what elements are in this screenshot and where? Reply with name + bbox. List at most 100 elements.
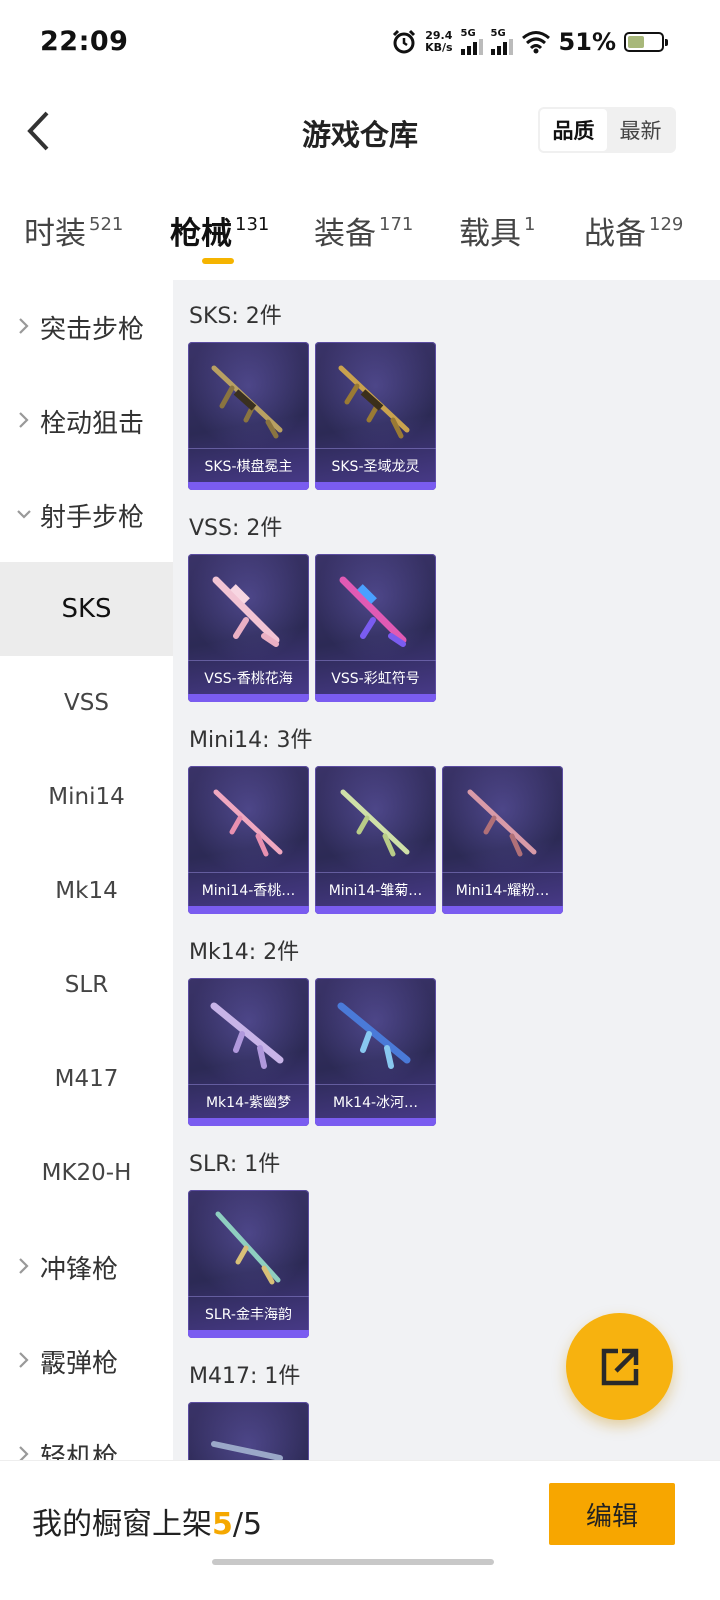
skin-card[interactable]: VSS-香桃花海 (188, 554, 309, 702)
wifi-icon (521, 31, 550, 54)
skin-card[interactable]: Mk14-紫幽梦 (188, 978, 309, 1126)
status-bar: 22:09 29.4 KB/s 5G 5G 51% (0, 0, 720, 76)
tab-vehicles[interactable]: 载具 1 (459, 208, 535, 253)
showcase-status: 我的橱窗上架5/5 (32, 1499, 262, 1543)
sidebar-item-marksman-rifle[interactable]: 射手步枪 (0, 468, 173, 562)
chevron-right-icon (19, 1352, 29, 1368)
signal-1: 5G (460, 28, 483, 55)
sidebar-item-label: 射手步枪 (40, 502, 145, 533)
rifle-skin-icon (340, 789, 410, 857)
skin-name: VSS-香桃花海 (188, 660, 309, 694)
skin-card[interactable]: Mini14-耀粉… (442, 766, 563, 914)
home-indicator[interactable] (212, 1559, 494, 1565)
rifle-skin-icon (213, 789, 283, 857)
sidebar-item-lmg[interactable]: 轻机枪 (0, 1408, 173, 1460)
skin-name: Mini14-香桃… (188, 872, 309, 906)
sidebar-sub-mk20h[interactable]: MK20-H (0, 1126, 173, 1220)
header: 游戏仓库 品质 最新 (0, 76, 720, 186)
rifle-skin-icon (212, 576, 280, 647)
chevron-right-icon (19, 318, 29, 334)
tab-fashion[interactable]: 时装 521 (24, 208, 123, 253)
tab-supplies[interactable]: 战备 129 (584, 208, 683, 253)
status-time: 22:09 (40, 26, 129, 57)
battery-icon (624, 32, 668, 52)
showcase-label: 我的橱窗上架 (32, 1507, 212, 1542)
skin-card[interactable]: SLR-金丰海韵 (188, 1190, 309, 1338)
tab-guns[interactable]: 枪械 131 (170, 208, 269, 253)
sort-option-latest[interactable]: 最新 (607, 109, 674, 151)
sidebar-sub-sks[interactable]: SKS (0, 562, 173, 656)
rifle-skin-icon (467, 789, 537, 857)
sidebar-sub-slr[interactable]: SLR (0, 938, 173, 1032)
chevron-right-icon (19, 1446, 29, 1460)
sidebar-item-smg[interactable]: 冲锋枪 (0, 1220, 173, 1314)
sidebar-item-label: 轻机枪 (40, 1442, 119, 1461)
sidebar-sub-m417[interactable]: M417 (0, 1032, 173, 1126)
tab-label: 战备 (584, 216, 646, 252)
skin-name: SKS-圣域龙灵 (315, 448, 436, 482)
app-root: 22:09 29.4 KB/s 5G 5G 51% 游戏仓库 品质 最新 时装 … (0, 0, 720, 1600)
sidebar-item-label: 霰弹枪 (40, 1348, 119, 1379)
skin-card[interactable]: SKS-棋盘冕主 (188, 342, 309, 490)
category-tabs: 时装 521 枪械 131 装备 171 载具 1 战备 129 (0, 186, 720, 280)
net-speed: 29.4 KB/s (425, 30, 452, 54)
rifle-skin-icon (211, 365, 283, 439)
skin-name: Mk14-紫幽梦 (188, 1084, 309, 1118)
sort-toggle: 品质 最新 (538, 107, 676, 153)
rifle-skin-icon (338, 365, 410, 439)
rarity-bar (315, 482, 436, 490)
group-title: Mk14: 2件 (189, 940, 300, 965)
sidebar-item-bolt-sniper[interactable]: 栓动狙击 (0, 374, 173, 468)
group-title: VSS: 2件 (189, 516, 283, 541)
status-icons: 29.4 KB/s 5G 5G 51% (391, 26, 668, 58)
skin-name: Mini14-雏菊… (315, 872, 436, 906)
rarity-bar (188, 906, 309, 914)
sidebar-item-label: 冲锋枪 (40, 1254, 119, 1285)
tab-label: 载具 (459, 216, 521, 252)
tab-equipment[interactable]: 装备 171 (314, 208, 413, 253)
group-title: M417: 1件 (189, 1364, 301, 1389)
tab-count: 171 (379, 214, 414, 235)
chevron-right-icon (19, 412, 29, 428)
tab-count: 521 (89, 214, 124, 235)
chevron-down-icon (17, 510, 31, 519)
signal-icon (460, 39, 483, 55)
skin-card[interactable]: SKS-圣域龙灵 (315, 342, 436, 490)
skin-card[interactable]: VSS-彩虹符号 (315, 554, 436, 702)
sidebar-sub-mk14[interactable]: Mk14 (0, 844, 173, 938)
skin-card[interactable]: Mini14-雏菊… (315, 766, 436, 914)
tab-count: 131 (235, 214, 270, 235)
signal-2: 5G (490, 28, 513, 55)
rifle-skin-icon (211, 1441, 283, 1460)
signal-1-tag: 5G (460, 28, 476, 39)
rarity-bar (188, 1118, 309, 1126)
group-title: Mini14: 3件 (189, 728, 313, 753)
tab-label: 时装 (24, 216, 86, 252)
weapon-list: SKS: 2件 SKS-棋盘冕主 SKS-圣域龙灵 VSS: 2件 VSS-香桃… (173, 280, 720, 1460)
skin-card[interactable] (188, 1402, 309, 1460)
showcase-count: 5 (212, 1507, 233, 1542)
share-button[interactable] (566, 1313, 673, 1420)
rifle-skin-icon (215, 1211, 281, 1285)
edit-button[interactable]: 编辑 (549, 1483, 675, 1545)
signal-icon (490, 39, 513, 55)
sidebar-item-shotgun[interactable]: 霰弹枪 (0, 1314, 173, 1408)
sort-option-quality[interactable]: 品质 (540, 109, 607, 151)
skin-card[interactable]: Mk14-冰河… (315, 978, 436, 1126)
skin-name: Mk14-冰河… (315, 1084, 436, 1118)
group-title: SLR: 1件 (189, 1152, 281, 1177)
rifle-skin-icon (337, 1002, 411, 1069)
active-tab-indicator (202, 258, 234, 264)
sidebar: 突击步枪 栓动狙击 射手步枪 SKS VSS Mini14 Mk14 SLR M… (0, 280, 173, 1460)
sidebar-sub-vss[interactable]: VSS (0, 656, 173, 750)
tab-count: 129 (649, 214, 684, 235)
chevron-right-icon (19, 1258, 29, 1274)
skin-name: SKS-棋盘冕主 (188, 448, 309, 482)
battery-percent: 51% (558, 28, 616, 56)
signal-2-tag: 5G (490, 28, 506, 39)
sidebar-item-assault-rifle[interactable]: 突击步枪 (0, 280, 173, 374)
external-link-icon (601, 1348, 638, 1385)
skin-card[interactable]: Mini14-香桃… (188, 766, 309, 914)
battery-level (628, 36, 645, 48)
sidebar-sub-mini14[interactable]: Mini14 (0, 750, 173, 844)
